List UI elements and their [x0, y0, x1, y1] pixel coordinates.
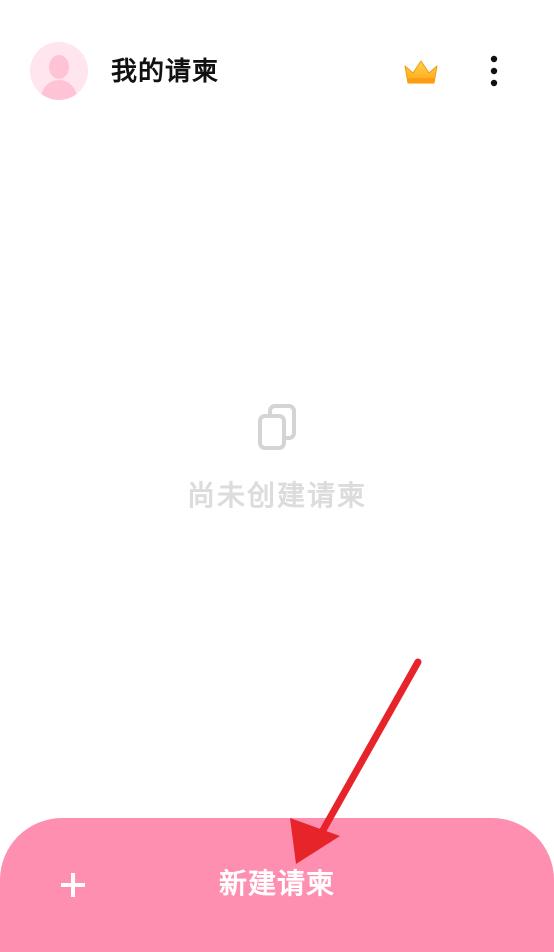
avatar[interactable]: [30, 42, 88, 100]
top-bar: 我的请柬: [0, 0, 554, 145]
copy-icon: [258, 404, 296, 450]
empty-state: 尚未创建请柬: [0, 404, 554, 514]
page-title: 我的请柬: [111, 57, 220, 87]
new-invitation-label: 新建请柬: [218, 867, 335, 900]
empty-state-text: 尚未创建请柬: [186, 479, 367, 512]
more-vertical-icon: [490, 55, 498, 87]
vip-crown-button[interactable]: [402, 57, 440, 87]
avatar-placeholder-icon: [30, 42, 88, 100]
new-invitation-button[interactable]: 新建请柬: [0, 818, 554, 952]
crown-icon: [404, 60, 438, 84]
more-menu-button[interactable]: [480, 52, 508, 92]
